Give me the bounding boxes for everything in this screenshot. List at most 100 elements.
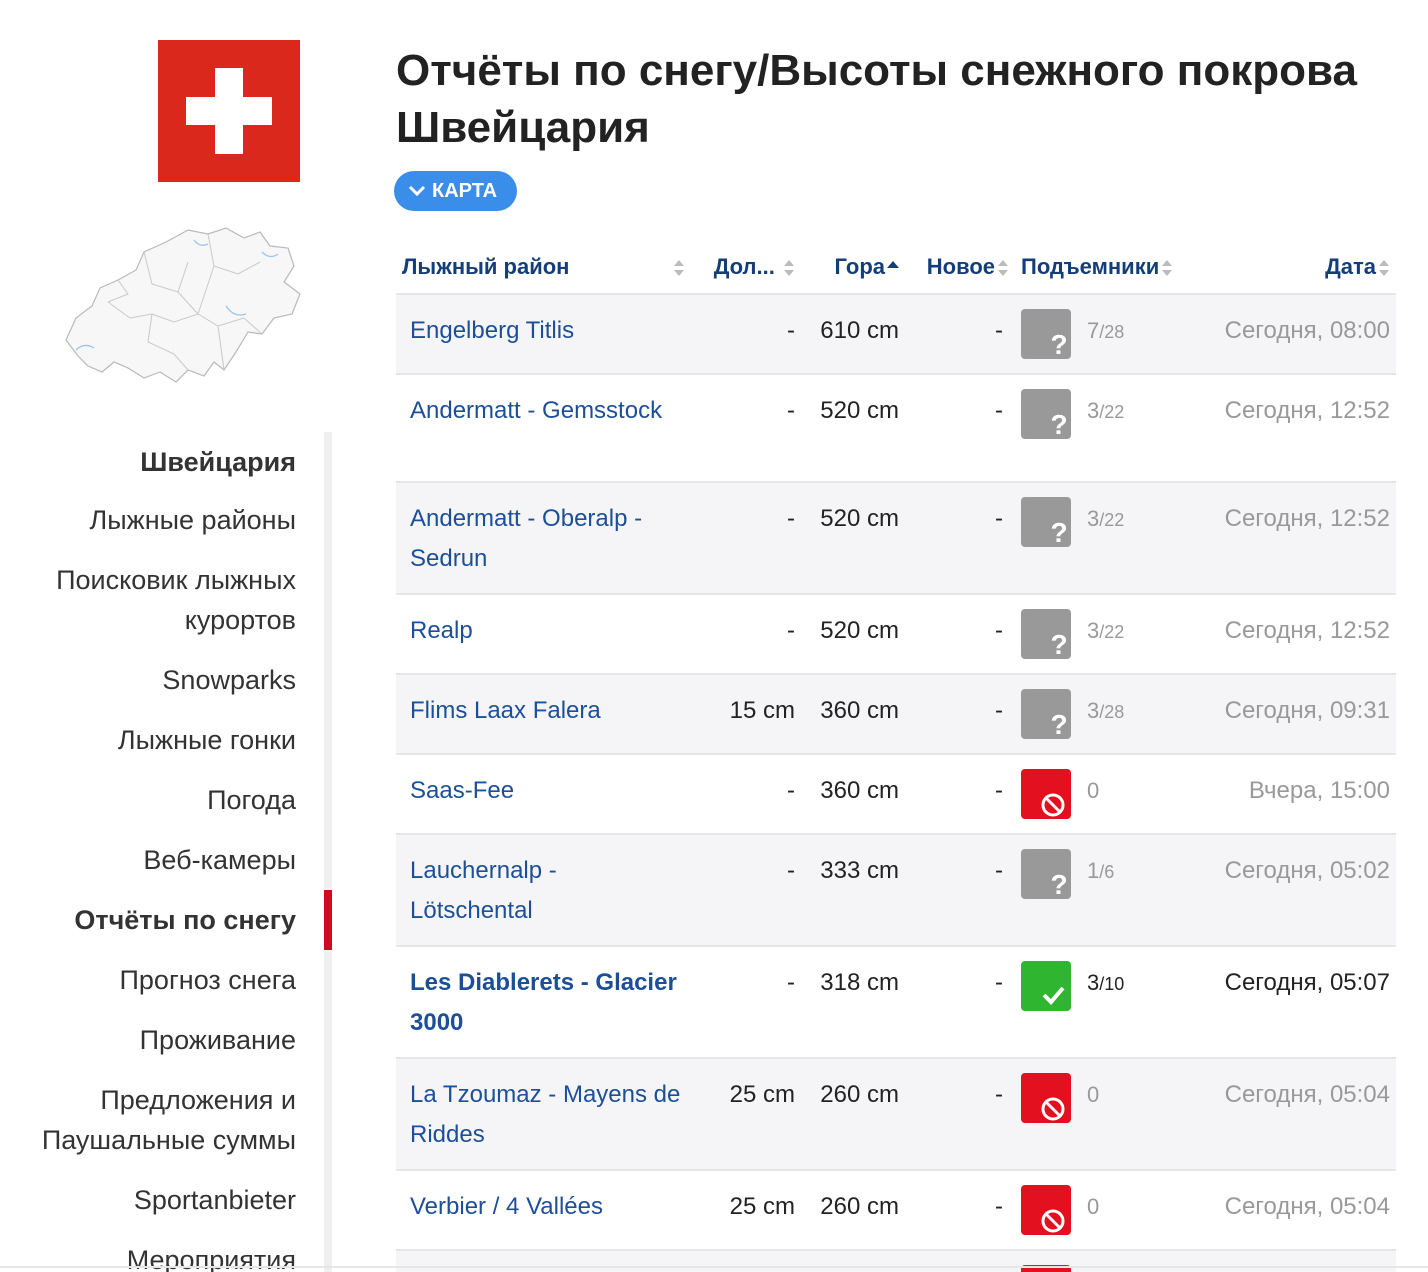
mountain-snow-depth (801, 1250, 905, 1272)
nav-item-snow-reports[interactable]: Отчёты по снегу (0, 900, 296, 940)
mountain-snow-depth: 520 cm (801, 374, 905, 483)
lifts-open-count: 1/6 (1087, 851, 1114, 892)
ski-area-link[interactable]: Andermatt - Gemsstock (396, 374, 691, 483)
sort-icon (674, 259, 684, 276)
lifts-open-count: 3/22 (1087, 391, 1124, 432)
lifts-open: 3 (1087, 698, 1100, 723)
sort-asc-icon (887, 260, 899, 268)
lift-status-badge: ? (1021, 497, 1071, 547)
header-mountain[interactable]: Гора (801, 240, 905, 295)
unknown-status-icon: ? (1050, 409, 1067, 439)
header-lifts[interactable]: Подъемники (1015, 240, 1205, 295)
lifts-total: /22 (1099, 510, 1125, 530)
table-row[interactable]: La Tzoumaz - Mayens de Riddes 25 cm 260 cm… (396, 1058, 1396, 1171)
nav-country[interactable]: Швейцария (0, 442, 296, 482)
table-row[interactable]: Realp -520 cm -? 3/22 Сегодня, 12:52 (396, 594, 1396, 675)
lifts-open-count: 3/10 (1087, 963, 1124, 1004)
lifts-cell: 0 (1015, 1170, 1205, 1251)
unknown-status-icon: ? (1050, 517, 1067, 547)
table-row[interactable]: Lauchernalp - Lötschental -333 cm -? 1/6 Сег… (396, 834, 1396, 947)
new-snow: - (905, 754, 1015, 835)
sort-icon (1162, 259, 1173, 276)
lifts-open: 3 (1087, 398, 1100, 423)
nav-active-indicator (324, 890, 332, 950)
table-row[interactable]: Andermatt - Oberalp - Sedrun -520 cm -? 3/2… (396, 482, 1396, 595)
ski-area-link[interactable]: Saas-Fee (396, 754, 691, 835)
lift-status-badge: ? (1021, 609, 1071, 659)
nav-item-ski-areas[interactable]: Лыжные районы (0, 500, 296, 540)
sidebar-nav: Швейцария Лыжные районы Поисковик лыжных… (0, 432, 332, 1272)
table-row[interactable] (396, 1250, 1396, 1272)
unknown-status-icon: ? (1050, 629, 1067, 659)
ski-area-link[interactable]: Andermatt - Oberalp - Sedrun (396, 482, 691, 595)
lifts-cell: ? 3/28 (1015, 674, 1205, 755)
table-row[interactable]: Engelberg Titlis -610 cm -? 7/28 Сегодня, 08… (396, 294, 1396, 375)
valley-snow-depth: - (691, 482, 801, 595)
table-row[interactable]: Verbier / 4 Vallées 25 cm 260 cm - 0 Сегодня,… (396, 1170, 1396, 1251)
ski-area-link[interactable]: La Tzoumaz - Mayens de Riddes (396, 1058, 691, 1171)
report-date: Вчера, 15:00 (1205, 754, 1396, 835)
nav-item-snowparks[interactable]: Snowparks (0, 660, 296, 700)
ski-area-link[interactable]: Flims Laax Falera (396, 674, 691, 755)
table-row[interactable]: Flims Laax Falera 15 cm 360 cm -? 3/28 Сегодн… (396, 674, 1396, 755)
nav-item-weather[interactable]: Погода (0, 780, 296, 820)
mountain-snow-depth: 520 cm (801, 482, 905, 595)
valley-snow-depth: 25 cm (691, 1058, 801, 1171)
svg-text:?: ? (1050, 329, 1067, 359)
lifts-open: 3 (1087, 618, 1100, 643)
lifts-open: 0 (1087, 1194, 1100, 1219)
mountain-snow-depth: 360 cm (801, 674, 905, 755)
nav-item-offers[interactable]: Предложения и Паушальные суммы (0, 1080, 296, 1160)
header-date[interactable]: Дата (1205, 240, 1396, 295)
nav-rail (324, 432, 332, 1272)
report-date: Сегодня, 08:00 (1205, 294, 1396, 375)
new-snow: - (905, 594, 1015, 675)
valley-snow-depth: - (691, 374, 801, 483)
lifts-cell: ? 3/22 (1015, 594, 1205, 675)
header-valley[interactable]: Дол... (691, 240, 801, 295)
nav-item-accommodation[interactable]: Проживание (0, 1020, 296, 1060)
lift-status-badge: ? (1021, 849, 1071, 899)
valley-snow-depth: - (691, 834, 801, 947)
svg-text:?: ? (1050, 409, 1067, 439)
mountain-snow-depth: 318 cm (801, 946, 905, 1059)
ski-area-link[interactable]: Lauchernalp - Lötschental (396, 834, 691, 947)
page-title: Отчёты по снегу/Высоты снежного покрова … (396, 42, 1396, 156)
lifts-total: /22 (1099, 622, 1125, 642)
table-row[interactable]: Andermatt - Gemsstock -520 cm -? 3/22 Сегодн… (396, 374, 1396, 483)
lift-status-badge: ? (1021, 389, 1071, 439)
header-new[interactable]: Новое (905, 240, 1015, 295)
ski-area-link[interactable] (396, 1250, 691, 1272)
lifts-open: 7 (1087, 318, 1100, 343)
closed-status-icon (1041, 1097, 1065, 1121)
ski-area-link[interactable]: Verbier / 4 Vallées (396, 1170, 691, 1251)
page-bottom-divider (0, 1266, 1428, 1268)
map-toggle-button[interactable]: КАРТА (394, 171, 518, 211)
header-ski-area[interactable]: Лыжный район (396, 240, 691, 295)
ski-area-link[interactable]: Realp (396, 594, 691, 675)
switzerland-map[interactable] (48, 222, 310, 392)
lifts-open: 0 (1087, 1082, 1100, 1107)
new-snow: - (905, 482, 1015, 595)
ski-area-link[interactable]: Engelberg Titlis (396, 294, 691, 375)
table-row[interactable]: Saas-Fee -360 cm -0 Вчера, 15:00 (396, 754, 1396, 835)
new-snow (905, 1250, 1015, 1272)
nav-item-resort-finder[interactable]: Поисковик лыжных курортов (0, 560, 296, 640)
new-snow: - (905, 1058, 1015, 1171)
lifts-total: /28 (1099, 702, 1125, 722)
table-row[interactable]: Les Diablerets - Glacier 3000-318 cm -3/1… (396, 946, 1396, 1059)
closed-status-icon (1041, 793, 1065, 817)
lifts-open: 1 (1087, 858, 1100, 883)
nav-item-snow-forecast[interactable]: Прогноз снега (0, 960, 297, 1000)
nav-item-cross-country[interactable]: Лыжные гонки (0, 720, 296, 760)
lifts-open-count: 3/28 (1087, 691, 1124, 732)
lifts-open-count: 7/28 (1087, 311, 1124, 352)
report-date: Сегодня, 12:52 (1205, 594, 1396, 675)
nav-item-sportanbieter[interactable]: Sportanbieter (0, 1180, 296, 1220)
ski-area-link[interactable]: Les Diablerets - Glacier 3000 (396, 946, 691, 1059)
mountain-snow-depth: 260 cm (801, 1058, 905, 1171)
nav-item-webcams[interactable]: Веб-камеры (0, 840, 296, 880)
report-date (1205, 1250, 1396, 1272)
report-date: Сегодня, 05:02 (1205, 834, 1396, 947)
new-snow: - (905, 374, 1015, 483)
